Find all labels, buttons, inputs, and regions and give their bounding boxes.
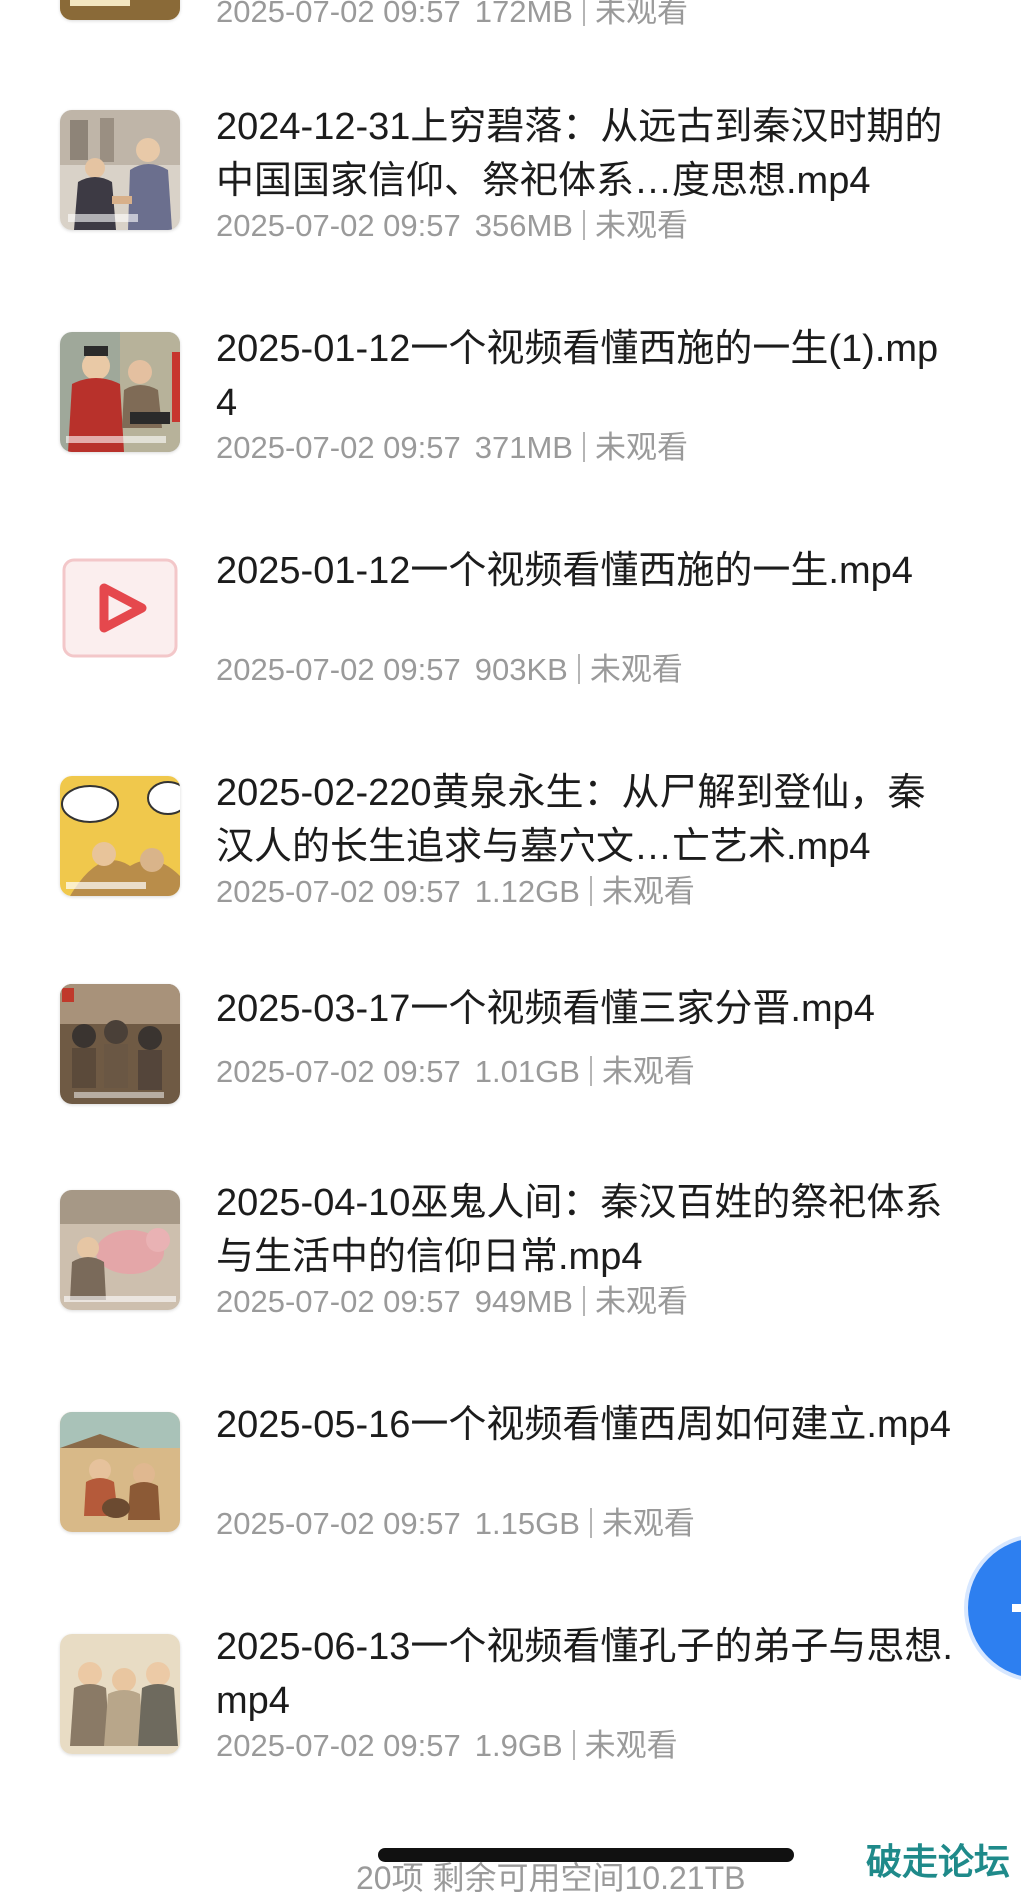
fab-clip (0, 0, 1021, 1886)
storage-summary: 20项 剩余可用空间10.21TB (356, 1860, 746, 1896)
add-button[interactable] (968, 1538, 1021, 1678)
plus-icon (1012, 1604, 1021, 1612)
watermark-logo: 破走论坛 (866, 1841, 1011, 1882)
